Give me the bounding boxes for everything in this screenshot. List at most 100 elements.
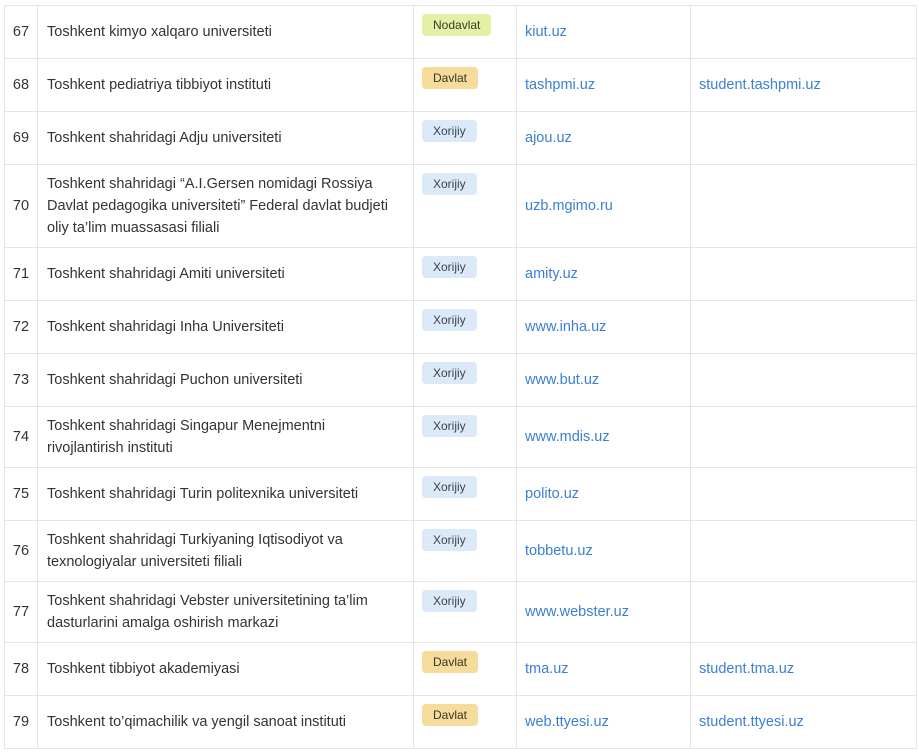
row-number: 71 bbox=[4, 247, 38, 301]
row-number: 74 bbox=[4, 406, 38, 468]
student-portal-cell bbox=[690, 520, 917, 582]
type-badge: Davlat bbox=[422, 704, 479, 726]
table-row: 67 Toshkent kimyo xalqaro universiteti Nod… bbox=[4, 5, 917, 59]
university-name-line: Toshkent tibbiyot akademiyasi bbox=[47, 661, 240, 677]
university-name: Toshkent shahridagi Amiti universiteti bbox=[37, 247, 414, 301]
website-cell: polito.uz bbox=[516, 467, 691, 521]
university-name: Toshkent tibbiyot akademiyasi bbox=[37, 642, 414, 696]
table-row: 74 Toshkent shahridagi Singapur Menejment… bbox=[4, 406, 917, 468]
row-number: 70 bbox=[4, 164, 38, 248]
type-cell: Nodavlat bbox=[413, 5, 517, 59]
website-link[interactable]: ajou.uz bbox=[525, 130, 572, 146]
row-number: 79 bbox=[4, 695, 38, 749]
website-link[interactable]: tashpmi.uz bbox=[525, 77, 595, 93]
student-portal-link[interactable]: student.tashpmi.uz bbox=[699, 77, 821, 93]
website-link[interactable]: amity.uz bbox=[525, 266, 578, 282]
type-cell: Xorijiy bbox=[413, 406, 517, 468]
university-name-line: Davlat pedagogika universiteti” Federal … bbox=[47, 198, 388, 214]
table-row: 75 Toshkent shahridagi Turin politexnika … bbox=[4, 467, 917, 521]
university-name: Toshkent shahridagi Puchon universiteti bbox=[37, 353, 414, 407]
type-badge: Xorijiy bbox=[422, 256, 477, 278]
website-link[interactable]: tobbetu.uz bbox=[525, 543, 593, 559]
student-portal-link[interactable]: student.tma.uz bbox=[699, 661, 794, 677]
table-row: 69 Toshkent shahridagi Adju universiteti X… bbox=[4, 111, 917, 165]
student-portal-link[interactable]: student.ttyesi.uz bbox=[699, 714, 804, 730]
table-row: 77 Toshkent shahridagi Vebster universite… bbox=[4, 581, 917, 643]
type-cell: Xorijiy bbox=[413, 164, 517, 248]
university-name-line: oliy ta’lim muassasasi filiali bbox=[47, 220, 220, 236]
table-row: 73 Toshkent shahridagi Puchon universitet… bbox=[4, 353, 917, 407]
type-badge: Nodavlat bbox=[422, 14, 492, 36]
table-row: 79 Toshkent to’qimachilik va yengil sanoa… bbox=[4, 695, 917, 749]
type-badge: Xorijiy bbox=[422, 529, 477, 551]
student-portal-cell bbox=[690, 5, 917, 59]
row-number: 68 bbox=[4, 58, 38, 112]
website-link[interactable]: www.inha.uz bbox=[525, 319, 606, 335]
type-cell: Xorijiy bbox=[413, 300, 517, 354]
student-portal-cell bbox=[690, 406, 917, 468]
university-name-line: Toshkent to’qimachilik va yengil sanoat … bbox=[47, 714, 347, 730]
website-link[interactable]: www.webster.uz bbox=[525, 604, 629, 620]
type-cell: Davlat bbox=[413, 695, 517, 749]
student-portal-cell bbox=[690, 247, 917, 301]
type-cell: Xorijiy bbox=[413, 467, 517, 521]
website-link[interactable]: uzb.mgimo.ru bbox=[525, 198, 613, 214]
website-cell: www.mdis.uz bbox=[516, 406, 691, 468]
website-cell: kiut.uz bbox=[516, 5, 691, 59]
university-name-line: Toshkent shahridagi Puchon universiteti bbox=[47, 372, 303, 388]
university-name-line: Toshkent shahridagi Inha Universiteti bbox=[47, 319, 284, 335]
website-link[interactable]: tma.uz bbox=[525, 661, 569, 677]
student-portal-cell bbox=[690, 581, 917, 643]
type-cell: Xorijiy bbox=[413, 581, 517, 643]
website-cell: ajou.uz bbox=[516, 111, 691, 165]
universities-table: 67 Toshkent kimyo xalqaro universiteti Nod… bbox=[4, 5, 917, 749]
student-portal-cell: student.ttyesi.uz bbox=[690, 695, 917, 749]
university-name: Toshkent shahridagi Singapur Menejmentni… bbox=[37, 406, 414, 468]
table-row: 72 Toshkent shahridagi Inha Universiteti X… bbox=[4, 300, 917, 354]
website-link[interactable]: www.mdis.uz bbox=[525, 429, 610, 445]
type-cell: Xorijiy bbox=[413, 247, 517, 301]
row-number: 77 bbox=[4, 581, 38, 643]
website-cell: www.webster.uz bbox=[516, 581, 691, 643]
university-name: Toshkent kimyo xalqaro universiteti bbox=[37, 5, 414, 59]
website-cell: tashpmi.uz bbox=[516, 58, 691, 112]
row-number: 67 bbox=[4, 5, 38, 59]
website-cell: uzb.mgimo.ru bbox=[516, 164, 691, 248]
table-row: 76 Toshkent shahridagi Turkiyaning Iqtiso… bbox=[4, 520, 917, 582]
website-cell: amity.uz bbox=[516, 247, 691, 301]
student-portal-cell bbox=[690, 353, 917, 407]
website-link[interactable]: polito.uz bbox=[525, 486, 579, 502]
table-row: 78 Toshkent tibbiyot akademiyasi Davlat tma… bbox=[4, 642, 917, 696]
university-name-line: texnologiyalar universiteti filiali bbox=[47, 554, 243, 570]
website-link[interactable]: kiut.uz bbox=[525, 24, 567, 40]
type-badge: Xorijiy bbox=[422, 120, 477, 142]
university-name: Toshkent shahridagi Vebster universiteti… bbox=[37, 581, 414, 643]
university-name: Toshkent shahridagi Inha Universiteti bbox=[37, 300, 414, 354]
university-name-line: rivojlantirish instituti bbox=[47, 440, 173, 456]
row-number: 78 bbox=[4, 642, 38, 696]
type-badge: Xorijiy bbox=[422, 476, 477, 498]
website-cell: tobbetu.uz bbox=[516, 520, 691, 582]
row-number: 75 bbox=[4, 467, 38, 521]
type-badge: Xorijiy bbox=[422, 173, 477, 195]
student-portal-cell bbox=[690, 164, 917, 248]
website-link[interactable]: www.but.uz bbox=[525, 372, 599, 388]
website-cell: web.ttyesi.uz bbox=[516, 695, 691, 749]
university-name-line: Toshkent shahridagi “A.I.Gersen nomidagi… bbox=[47, 176, 373, 192]
type-badge: Xorijiy bbox=[422, 309, 477, 331]
row-number: 72 bbox=[4, 300, 38, 354]
website-link[interactable]: web.ttyesi.uz bbox=[525, 714, 609, 730]
student-portal-cell: student.tma.uz bbox=[690, 642, 917, 696]
row-number: 69 bbox=[4, 111, 38, 165]
student-portal-cell bbox=[690, 111, 917, 165]
university-name-line: Toshkent shahridagi Adju universiteti bbox=[47, 130, 282, 146]
type-cell: Xorijiy bbox=[413, 353, 517, 407]
university-name: Toshkent to’qimachilik va yengil sanoat … bbox=[37, 695, 414, 749]
type-cell: Xorijiy bbox=[413, 520, 517, 582]
type-badge: Xorijiy bbox=[422, 415, 477, 437]
university-name: Toshkent shahridagi “A.I.Gersen nomidagi… bbox=[37, 164, 414, 248]
university-name-line: Toshkent kimyo xalqaro universiteti bbox=[47, 24, 272, 40]
website-cell: tma.uz bbox=[516, 642, 691, 696]
type-cell: Davlat bbox=[413, 642, 517, 696]
type-badge: Davlat bbox=[422, 67, 479, 89]
